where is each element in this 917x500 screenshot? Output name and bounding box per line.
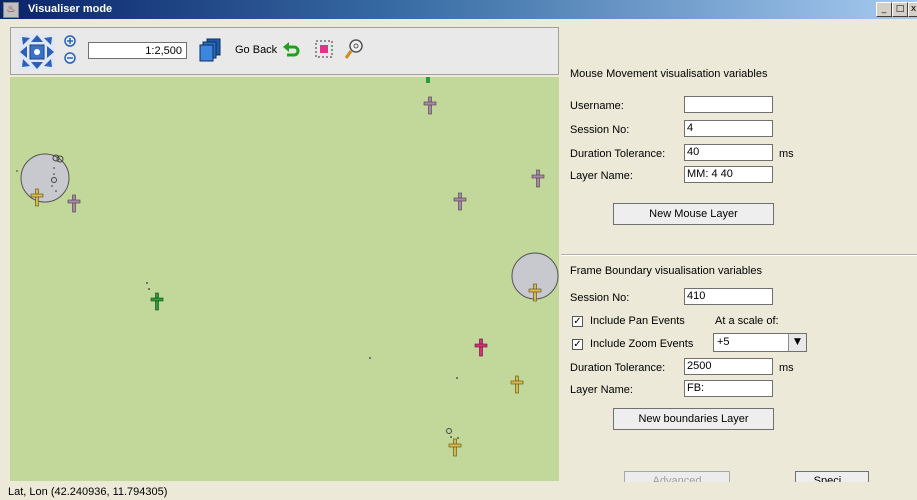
- include-pan-checkbox[interactable]: ✓: [572, 316, 583, 327]
- username-field[interactable]: [684, 96, 773, 113]
- mouse-duration-label: Duration Tolerance:: [570, 148, 666, 160]
- close-button[interactable]: x: [908, 2, 917, 17]
- section-divider: [561, 254, 917, 256]
- cross-marker[interactable]: [531, 169, 545, 188]
- minimize-button[interactable]: _: [876, 2, 892, 17]
- scale-label: At a scale of:: [715, 315, 779, 327]
- frame-session-label: Session No:: [570, 292, 630, 304]
- java-app-icon: ♨: [3, 2, 19, 18]
- lat-lon-readout: Lat, Lon (42.240936, 11.794305): [8, 486, 168, 498]
- map-toolbar: 1:2,500 Go Back: [10, 27, 559, 75]
- cross-marker[interactable]: [423, 96, 437, 115]
- magnifier-icon[interactable]: [345, 38, 365, 60]
- new-boundaries-layer-button[interactable]: New boundaries Layer: [613, 408, 774, 430]
- map-point: [426, 77, 430, 83]
- map-overlay: [16, 77, 559, 457]
- mouse-duration-field[interactable]: 40: [684, 144, 773, 161]
- new-mouse-layer-button[interactable]: New Mouse Layer: [613, 203, 774, 225]
- cross-marker[interactable]: [150, 292, 164, 311]
- cross-marker[interactable]: [67, 194, 81, 213]
- map-point: [457, 437, 459, 439]
- include-zoom-checkbox[interactable]: ✓: [572, 339, 583, 350]
- title-bar: ♨ Visualiser mode _ □ x: [0, 0, 917, 19]
- frame-section-title: Frame Boundary visualisation variables: [570, 265, 762, 277]
- cross-marker[interactable]: [474, 338, 488, 357]
- mouse-section-title: Mouse Movement visualisation variables: [570, 68, 768, 80]
- cross-marker[interactable]: [453, 192, 467, 211]
- dropdown-arrow-icon[interactable]: ▼: [788, 334, 806, 351]
- map-point: [148, 288, 150, 290]
- frame-session-field[interactable]: 410: [684, 288, 773, 305]
- map-point: [456, 377, 458, 379]
- mouse-session-field[interactable]: 4: [684, 120, 773, 137]
- frame-duration-unit: ms: [779, 362, 794, 374]
- scale-dropdown-value: +5: [717, 336, 730, 348]
- map-point: [450, 436, 452, 438]
- mouse-session-label: Session No:: [570, 124, 630, 136]
- map-point: [446, 428, 452, 434]
- mouse-duration-unit: ms: [779, 148, 794, 160]
- layers-icon[interactable]: [199, 38, 221, 62]
- zoom-out-icon[interactable]: [64, 52, 77, 65]
- include-pan-label: Include Pan Events: [590, 315, 685, 327]
- cross-marker[interactable]: [510, 375, 524, 394]
- go-back-label: Go Back: [235, 44, 278, 56]
- go-back-arrow-icon[interactable]: [282, 40, 300, 58]
- mouse-layer-field[interactable]: MM: 4 40: [684, 166, 773, 183]
- map-scale-field[interactable]: 1:2,500: [88, 42, 187, 59]
- window-title: Visualiser mode: [28, 3, 113, 15]
- pan-arrows-icon[interactable]: [19, 34, 55, 70]
- maximize-button[interactable]: □: [892, 2, 908, 17]
- map-point: [146, 282, 148, 284]
- map-canvas[interactable]: [10, 77, 559, 481]
- scale-dropdown[interactable]: +5 ▼: [713, 333, 807, 352]
- frame-layer-label: Layer Name:: [570, 384, 633, 396]
- status-bar: Lat, Lon (42.240936, 11.794305): [0, 482, 917, 500]
- zoom-in-icon[interactable]: [64, 35, 77, 48]
- include-zoom-label: Include Zoom Events: [590, 338, 694, 350]
- mouse-layer-label: Layer Name:: [570, 170, 633, 182]
- zoom-to-selection-icon[interactable]: [315, 40, 333, 58]
- frame-duration-label: Duration Tolerance:: [570, 362, 666, 374]
- frame-layer-field[interactable]: FB:: [684, 380, 773, 397]
- cross-marker[interactable]: [448, 438, 462, 457]
- frame-duration-field[interactable]: 2500: [684, 358, 773, 375]
- username-label: Username:: [570, 100, 624, 112]
- map-point: [369, 357, 371, 359]
